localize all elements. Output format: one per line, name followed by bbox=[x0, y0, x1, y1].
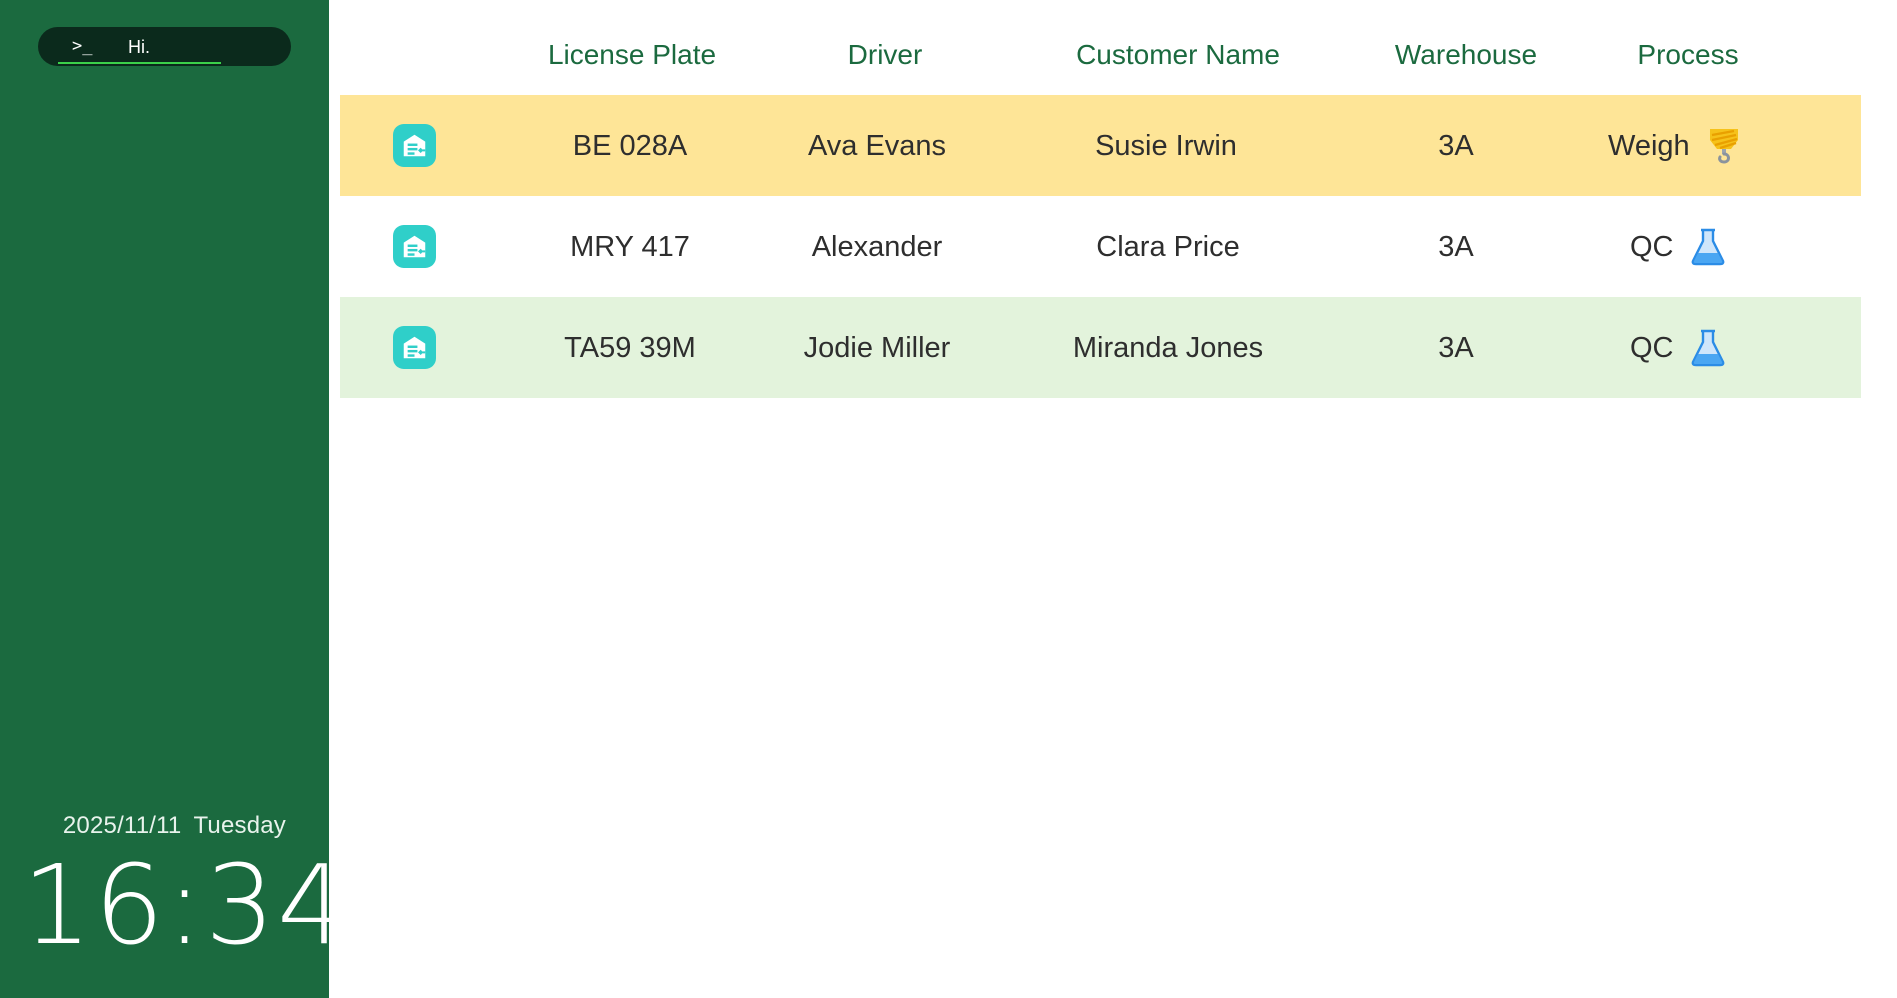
app-root: >_ Hi. 2025/11/11 Tuesday 16:34 License P… bbox=[0, 0, 1897, 998]
cell-process: QC bbox=[1630, 227, 1728, 267]
table-row[interactable]: TA59 39M Jodie Miller Miranda Jones 3A Q… bbox=[340, 297, 1861, 398]
table-row[interactable]: MRY 417 Alexander Clara Price 3A QC bbox=[340, 196, 1861, 297]
flask-icon bbox=[1691, 228, 1724, 265]
process-label: Weigh bbox=[1608, 129, 1690, 162]
weekday-text: Tuesday bbox=[193, 812, 286, 839]
process-label: QC bbox=[1630, 331, 1674, 364]
cell-customer-name: Susie Irwin bbox=[1095, 129, 1237, 162]
flask-icon bbox=[1691, 329, 1724, 366]
arrivals-table: License Plate Driver Customer Name Wareh… bbox=[340, 0, 1861, 398]
header-process: Process bbox=[1637, 39, 1739, 70]
terminal-underline bbox=[58, 62, 221, 64]
cell-driver: Alexander bbox=[811, 230, 943, 263]
process-label: QC bbox=[1630, 230, 1674, 263]
cell-customer-name: Clara Price bbox=[1096, 230, 1240, 263]
cell-warehouse: 3A bbox=[1438, 331, 1474, 364]
cell-license-plate: BE 028A bbox=[572, 129, 688, 162]
cell-process: QC bbox=[1630, 328, 1728, 368]
terminal-prompt-icon: >_ bbox=[72, 36, 93, 56]
cell-warehouse: 3A bbox=[1438, 230, 1474, 263]
cell-driver: Jodie Miller bbox=[803, 331, 951, 364]
crane-hook-icon bbox=[1709, 128, 1738, 164]
table-header: License Plate Driver Customer Name Wareh… bbox=[340, 0, 1861, 95]
terminal-bar[interactable]: >_ Hi. bbox=[38, 27, 291, 66]
cell-driver: Ava Evans bbox=[807, 129, 947, 162]
date-text: 2025/11/11 bbox=[62, 812, 182, 839]
cell-license-plate: TA59 39M bbox=[564, 331, 696, 364]
clock-time: 16:34 bbox=[22, 841, 350, 969]
cell-warehouse: 3A bbox=[1438, 129, 1474, 162]
sidebar: >_ Hi. 2025/11/11 Tuesday 16:34 bbox=[0, 0, 350, 998]
warehouse-app-icon[interactable] bbox=[393, 326, 436, 369]
header-warehouse: Warehouse bbox=[1394, 39, 1538, 70]
table-row[interactable]: BE 028A Ava Evans Susie Irwin 3A Weigh bbox=[340, 95, 1861, 196]
header-driver: Driver bbox=[847, 39, 923, 70]
header-customer-name: Customer Name bbox=[1076, 39, 1280, 70]
date-display: 2025/11/11 Tuesday bbox=[0, 812, 286, 840]
cell-customer-name: Miranda Jones bbox=[1072, 331, 1264, 364]
cell-process: Weigh bbox=[1608, 126, 1744, 166]
warehouse-app-icon[interactable] bbox=[393, 124, 436, 167]
terminal-greeting: Hi. bbox=[128, 37, 150, 57]
cell-license-plate: MRY 417 bbox=[570, 230, 690, 263]
header-license-plate: License Plate bbox=[547, 39, 717, 70]
warehouse-app-icon[interactable] bbox=[393, 225, 436, 268]
